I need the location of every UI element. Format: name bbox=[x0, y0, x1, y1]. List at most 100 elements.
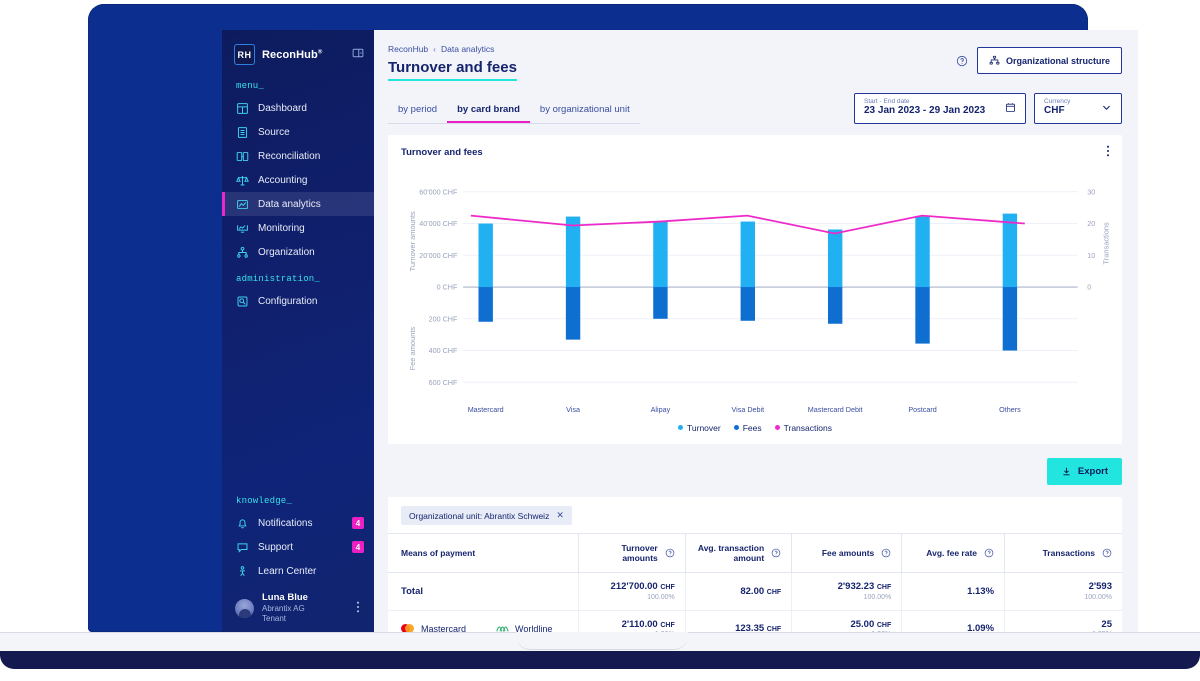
col-fee-amounts[interactable]: Fee amounts bbox=[791, 533, 902, 574]
tab-by-card-brand[interactable]: by card brand bbox=[447, 100, 530, 123]
monitoring-icon bbox=[236, 222, 249, 235]
panel-collapse-icon[interactable] bbox=[352, 47, 364, 62]
user-info: Luna Blue Abrantix AG Tenant bbox=[262, 592, 308, 624]
bar-turnover bbox=[653, 221, 668, 287]
breadcrumb-root[interactable]: ReconHub bbox=[388, 44, 428, 54]
brand-name-text: ReconHub bbox=[262, 48, 318, 61]
sidebar-item-label: Accounting bbox=[258, 174, 308, 186]
sidebar-item-organization[interactable]: Organization bbox=[222, 240, 374, 264]
col-avg-fee-rate[interactable]: Avg. fee rate bbox=[901, 533, 1005, 574]
bar-fees bbox=[565, 286, 581, 340]
tab-by-period[interactable]: by period bbox=[388, 100, 447, 123]
close-icon[interactable]: ✕ bbox=[556, 510, 564, 521]
export-button[interactable]: Export bbox=[1046, 457, 1122, 485]
chart-ylabel-right: Transactions bbox=[1101, 222, 1110, 265]
sidebar-item-learn-center[interactable]: Learn Center bbox=[222, 559, 374, 583]
calendar-icon[interactable] bbox=[1005, 102, 1016, 113]
cell-transactions: 2'593 100.00% bbox=[1004, 572, 1122, 611]
svg-text:Mastercard Debit: Mastercard Debit bbox=[808, 405, 863, 414]
turnover-pct: 100.00% bbox=[647, 593, 675, 601]
kebab-menu-icon[interactable] bbox=[356, 601, 360, 616]
fees-unit: CHF bbox=[876, 621, 892, 629]
laptop-trackpad-notch bbox=[516, 632, 688, 650]
col-transactions[interactable]: Transactions bbox=[1004, 533, 1122, 574]
svg-text:0 CHF: 0 CHF bbox=[437, 282, 458, 291]
sidebar-item-label: Source bbox=[258, 126, 290, 138]
svg-text:30: 30 bbox=[1087, 187, 1095, 196]
date-range-texts: Start - End date 23 Jan 2023 - 29 Jan 20… bbox=[864, 98, 985, 118]
table-scroll-area[interactable]: Means of payment Turnover amounts Avg. t… bbox=[388, 533, 1122, 636]
page-header-actions: Organizational structure bbox=[956, 44, 1122, 74]
sidebar-item-label: Reconciliation bbox=[258, 150, 321, 162]
dashboard-icon bbox=[236, 102, 249, 115]
cell-turnover: 212'700.00 CHF 100.00% bbox=[578, 572, 686, 611]
sidebar-item-data-analytics[interactable]: Data analytics bbox=[222, 192, 374, 216]
chart-card: Turnover and fees 60'000 CHF 40'000 CHF … bbox=[388, 134, 1122, 444]
sidebar-item-accounting[interactable]: Accounting bbox=[222, 168, 374, 192]
legend-dot-turnover bbox=[678, 425, 684, 431]
help-circle-icon[interactable] bbox=[771, 548, 781, 558]
org-button-label: Organizational structure bbox=[1005, 55, 1110, 66]
chart-title: Turnover and fees bbox=[401, 146, 483, 158]
filter-chip-organizational-unit[interactable]: Organizational unit: Abrantix Schweiz ✕ bbox=[401, 506, 572, 526]
bar-fees bbox=[740, 286, 755, 321]
help-circle-icon[interactable] bbox=[984, 548, 994, 558]
filter-chip-label: Organizational unit: Abrantix Schweiz bbox=[409, 510, 550, 521]
help-circle-icon[interactable] bbox=[956, 55, 968, 67]
help-circle-icon[interactable] bbox=[1102, 548, 1112, 558]
cell-avg-transaction: 82.00 CHF bbox=[684, 572, 792, 611]
sidebar-item-notifications[interactable]: Notifications 4 bbox=[222, 511, 374, 535]
nav-section-administration-label: administration_ bbox=[236, 274, 321, 284]
col-label: Means of payment bbox=[401, 548, 476, 559]
help-circle-icon[interactable] bbox=[665, 548, 675, 558]
user-profile[interactable]: Luna Blue Abrantix AG Tenant bbox=[222, 583, 374, 636]
page-header-left: ReconHub ‹ Data analytics Turnover and f… bbox=[388, 44, 517, 81]
svg-text:10: 10 bbox=[1087, 250, 1095, 259]
chart-plot-area: 60'000 CHF 40'000 CHF 20'000 CHF 0 CHF 2… bbox=[388, 162, 1122, 420]
legend-item-transactions[interactable]: Transactions bbox=[774, 422, 832, 433]
col-avg-transaction-amount[interactable]: Avg. transaction amount bbox=[684, 533, 792, 574]
legend-label: Turnover bbox=[687, 422, 721, 433]
tab-by-organizational-unit[interactable]: by organizational unit bbox=[530, 100, 640, 123]
currency-select[interactable]: Currency CHF bbox=[1034, 93, 1122, 124]
laptop-screen: RH ReconHub® menu_ Dashboard Source Reco… bbox=[222, 30, 1138, 636]
breadcrumb-separator-icon: ‹ bbox=[433, 44, 437, 54]
sidebar-item-source[interactable]: Source bbox=[222, 120, 374, 144]
col-turnover-amounts[interactable]: Turnover amounts bbox=[578, 533, 686, 574]
fee-rate-value: 1.13% bbox=[967, 585, 995, 597]
svg-text:20: 20 bbox=[1087, 219, 1095, 228]
bar-turnover bbox=[740, 221, 755, 287]
bar-turnover bbox=[565, 216, 581, 287]
help-circle-icon[interactable] bbox=[881, 548, 891, 558]
organizational-structure-button[interactable]: Organizational structure bbox=[976, 47, 1122, 74]
sidebar-item-reconciliation[interactable]: Reconciliation bbox=[222, 144, 374, 168]
svg-text:20'000 CHF: 20'000 CHF bbox=[419, 250, 458, 259]
sidebar-item-support[interactable]: Support 4 bbox=[222, 535, 374, 559]
legend-item-turnover[interactable]: Turnover bbox=[678, 423, 721, 433]
tablist: by period by card brand by organizationa… bbox=[388, 100, 640, 124]
bar-turnover bbox=[1002, 213, 1018, 287]
chart-kebab-menu-icon[interactable] bbox=[1106, 145, 1110, 160]
date-range-input[interactable]: Start - End date 23 Jan 2023 - 29 Jan 20… bbox=[854, 93, 1026, 124]
legend-item-fees[interactable]: Fees bbox=[733, 422, 762, 433]
sidebar-item-monitoring[interactable]: Monitoring bbox=[222, 216, 374, 240]
col-means-of-payment[interactable]: Means of payment bbox=[388, 533, 579, 574]
sidebar-item-label: Learn Center bbox=[258, 565, 317, 577]
chart-y-bottom-ticks: 200 CHF 400 CHF 600 CHF bbox=[429, 314, 458, 387]
row-name: Total bbox=[401, 585, 423, 597]
legend-label: Transactions bbox=[783, 422, 832, 433]
cell-means-of-payment: Total bbox=[388, 572, 579, 611]
legend-label: Fees bbox=[742, 422, 762, 433]
svg-text:Visa: Visa bbox=[566, 405, 581, 414]
nav-section-menu-label: menu_ bbox=[236, 81, 265, 91]
sidebar-footer: knowledge_ Notifications 4 Support 4 Lea… bbox=[222, 486, 374, 636]
bar-fees bbox=[478, 286, 493, 322]
chart-bars bbox=[478, 213, 1018, 351]
sidebar-item-configuration[interactable]: Configuration bbox=[222, 289, 374, 313]
sidebar-item-dashboard[interactable]: Dashboard bbox=[222, 96, 374, 120]
chart-line-icon bbox=[236, 198, 249, 211]
chevron-down-icon[interactable] bbox=[1101, 102, 1112, 113]
table-row[interactable]: Total 212'700.00 CHF 100.00% 82.00 CHF 2… bbox=[388, 572, 1122, 611]
payments-table: Means of payment Turnover amounts Avg. t… bbox=[388, 533, 1122, 636]
bar-fees bbox=[653, 286, 668, 319]
